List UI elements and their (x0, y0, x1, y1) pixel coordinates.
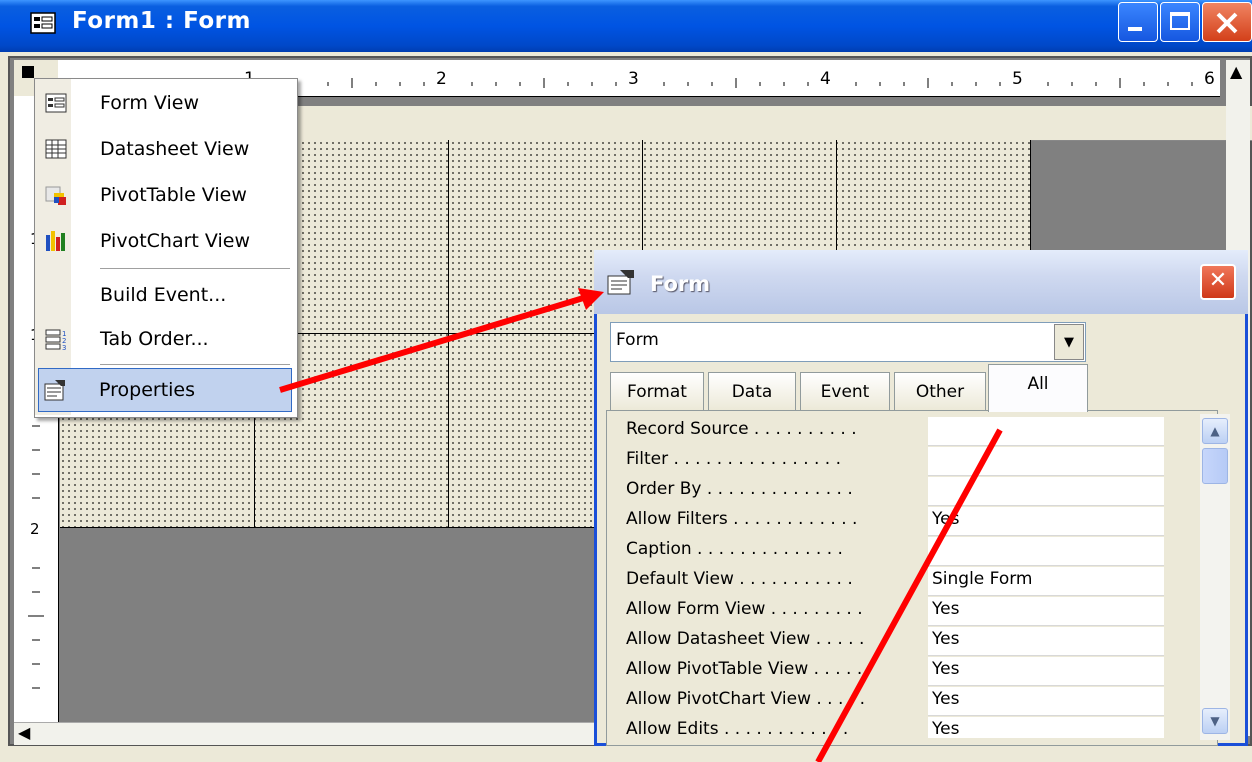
maximize-button[interactable] (1160, 2, 1200, 42)
menu-item-label: PivotTable View (100, 184, 247, 206)
properties-icon (607, 270, 634, 295)
property-name: Record Source . . . . . . . . . . (626, 419, 857, 439)
menu-item-pivottable-view[interactable]: PivotTable View (40, 174, 290, 218)
property-name: Allow PivotTable View . . . . . (626, 659, 863, 679)
property-name: Allow Form View . . . . . . . . . (626, 599, 863, 619)
tab-order-icon: 123 (45, 329, 66, 351)
property-row-caption[interactable]: Caption . . . . . . . . . . . . . . (616, 536, 1166, 566)
property-row-allow-filters[interactable]: Allow Filters . . . . . . . . . . . . Ye… (616, 506, 1166, 536)
menu-item-pivotchart-view[interactable]: PivotChart View (40, 220, 290, 264)
pivottable-view-icon (45, 186, 66, 205)
form-icon (30, 12, 56, 34)
datasheet-view-icon (45, 139, 67, 159)
property-name: Filter . . . . . . . . . . . . . . . . (626, 449, 842, 469)
property-value-field[interactable] (928, 597, 1164, 626)
properties-icon (44, 380, 65, 401)
svg-text:3: 3 (62, 344, 66, 351)
scroll-up-arrow-icon[interactable]: ▲ (1230, 62, 1248, 81)
property-row-default-view[interactable]: Default View . . . . . . . . . . . Singl… (616, 566, 1166, 596)
menu-separator (100, 364, 290, 365)
property-row-allow-pivottable-view[interactable]: Allow PivotTable View . . . . . Yes (616, 656, 1166, 686)
property-value: Yes (932, 509, 960, 529)
tab-other[interactable]: Other (894, 372, 986, 410)
ruler-label-5: 5 (1012, 69, 1023, 89)
menu-item-build-event[interactable]: Build Event... (40, 274, 290, 318)
property-name: Allow Datasheet View . . . . . (626, 629, 865, 649)
property-value-field[interactable] (928, 657, 1164, 686)
ruler-label-6: 6 (1204, 69, 1215, 89)
property-value: Yes (932, 689, 960, 709)
property-row-allow-form-view[interactable]: Allow Form View . . . . . . . . . Yes (616, 596, 1166, 626)
property-row-filter[interactable]: Filter . . . . . . . . . . . . . . . . (616, 446, 1166, 476)
menu-item-label: Build Event... (100, 284, 227, 306)
minimize-button[interactable] (1118, 2, 1158, 42)
form-view-icon (45, 93, 67, 113)
property-name: Caption . . . . . . . . . . . . . . (626, 539, 843, 559)
menu-item-label: Form View (100, 92, 199, 114)
property-name: Default View . . . . . . . . . . . (626, 569, 853, 589)
scroll-up-arrow-icon[interactable]: ▲ (1202, 418, 1228, 444)
property-name: Allow Filters . . . . . . . . . . . . (626, 509, 858, 529)
property-row-allow-datasheet-view[interactable]: Allow Datasheet View . . . . . Yes (616, 626, 1166, 656)
scroll-down-arrow-icon[interactable]: ▼ (1202, 708, 1228, 734)
property-sheet-close-button[interactable]: ✕ (1200, 264, 1236, 300)
ruler-label-3: 3 (628, 69, 639, 89)
property-row-allow-edits[interactable]: Allow Edits . . . . . . . . . . . . Yes (616, 716, 1166, 738)
menu-separator (100, 268, 290, 269)
property-value: Yes (932, 629, 960, 649)
property-value-field[interactable] (928, 717, 1164, 738)
object-selector-value: Form (616, 330, 659, 350)
property-value-field[interactable] (928, 417, 1164, 446)
menu-item-form-view[interactable]: Form View (40, 82, 290, 126)
property-value: Yes (932, 659, 960, 679)
menu-item-properties[interactable]: Properties (38, 368, 292, 412)
ruler-label-4: 4 (820, 69, 831, 89)
ruler-label-2: 2 (436, 69, 447, 89)
property-value-field[interactable] (928, 537, 1164, 566)
close-button[interactable] (1202, 2, 1252, 42)
property-value-field[interactable] (928, 627, 1164, 656)
property-value: Single Form (932, 569, 1033, 589)
tab-format[interactable]: Format (610, 372, 704, 410)
property-value: Yes (932, 599, 960, 619)
property-value-field[interactable] (928, 447, 1164, 476)
property-sheet-title: Form (650, 272, 711, 296)
menu-item-label: Properties (99, 379, 196, 401)
property-value: Yes (932, 719, 960, 738)
tab-event[interactable]: Event (800, 372, 890, 410)
property-row-allow-pivotchart-view[interactable]: Allow PivotChart View . . . . . Yes (616, 686, 1166, 716)
main-horizontal-scrollbar[interactable] (14, 722, 604, 745)
menu-item-label: Tab Order... (100, 328, 209, 350)
scroll-left-arrow-icon[interactable]: ◀ (18, 723, 36, 742)
property-value-field[interactable] (928, 687, 1164, 716)
pivotchart-view-icon (46, 231, 65, 251)
window-title: Form1 : Form (72, 8, 251, 34)
property-row-order-by[interactable]: Order By . . . . . . . . . . . . . . (616, 476, 1166, 506)
property-row-record-source[interactable]: Record Source . . . . . . . . . . (616, 416, 1166, 446)
scroll-thumb[interactable] (1202, 448, 1228, 484)
menu-item-datasheet-view[interactable]: Datasheet View (40, 128, 290, 172)
menu-item-label: Datasheet View (100, 138, 250, 160)
tab-all[interactable]: All (988, 364, 1088, 412)
tab-data[interactable]: Data (708, 372, 796, 410)
menu-item-tab-order[interactable]: 123 Tab Order... (40, 318, 290, 362)
close-icon (1216, 12, 1238, 34)
property-name: Allow PivotChart View . . . . . (626, 689, 866, 709)
chevron-down-icon[interactable]: ▼ (1054, 324, 1084, 360)
property-name: Allow Edits . . . . . . . . . . . . (626, 719, 849, 738)
menu-item-label: PivotChart View (100, 230, 250, 252)
object-selector-dropdown[interactable] (610, 322, 1086, 362)
property-name: Order By . . . . . . . . . . . . . . (626, 479, 853, 499)
property-value-field[interactable] (928, 507, 1164, 536)
property-value-field[interactable] (928, 477, 1164, 506)
